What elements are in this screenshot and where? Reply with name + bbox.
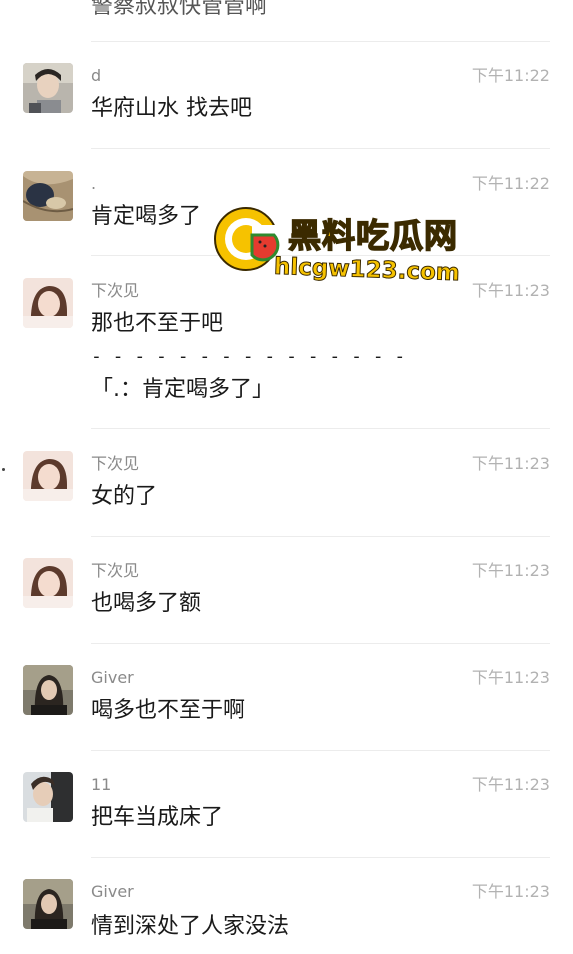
message-text: 也喝多了额 — [91, 591, 202, 616]
avatar[interactable] — [23, 63, 73, 113]
message-divider — [91, 148, 550, 149]
message-time: 下午11:23 — [471, 668, 550, 687]
avatar[interactable] — [23, 772, 73, 822]
message-divider — [91, 255, 550, 256]
sender-name: Giver — [91, 882, 134, 901]
avatar[interactable] — [23, 171, 73, 221]
message-text: 华府山水 找去吧 — [91, 96, 252, 121]
message-text: 喝多也不至于啊 — [91, 698, 246, 723]
avatar[interactable] — [23, 451, 73, 501]
message-divider — [91, 857, 550, 858]
avatar[interactable] — [23, 558, 73, 608]
avatar[interactable] — [23, 665, 73, 715]
message-time: 下午11:23 — [471, 281, 550, 300]
message-divider — [91, 536, 550, 537]
sender-name: d — [91, 66, 102, 85]
stray-dot — [2, 468, 5, 471]
message-time: 下午11:23 — [471, 775, 550, 794]
message-time: 下午11:23 — [471, 561, 550, 580]
message-text: 女的了 — [91, 484, 158, 509]
message-text: 那也不至于吧 — [91, 311, 224, 336]
chat-history: 警察叔叔快管管啊 d 下午11:22 华府山水 找去吧 . 下午11:22 肯定… — [0, 0, 573, 954]
message-time: 下午11:23 — [471, 454, 550, 473]
sender-name: . — [91, 174, 97, 193]
sender-name: 下次见 — [91, 561, 140, 580]
sender-name: Giver — [91, 668, 134, 687]
sender-name: 11 — [91, 775, 112, 794]
quote-separator: - - - - - - - - - - - - - - - — [91, 346, 406, 367]
message-divider — [91, 428, 550, 429]
message-text-partial: 警察叔叔快管管啊 — [91, 0, 268, 19]
sender-name: 下次见 — [91, 454, 140, 473]
quoted-message[interactable]: 「.：肯定喝多了」 — [91, 375, 274, 405]
message-time: 下午11:23 — [471, 882, 550, 901]
message-divider — [91, 643, 550, 644]
message-text: 把车当成床了 — [91, 805, 224, 830]
message-divider — [91, 41, 550, 42]
message-divider — [91, 750, 550, 751]
message-text: 情到深处了人家没法 — [91, 914, 290, 939]
avatar[interactable] — [23, 879, 73, 929]
sender-name: 下次见 — [91, 281, 140, 300]
message-time: 下午11:22 — [471, 66, 550, 85]
message-text: 肯定喝多了 — [91, 204, 202, 229]
avatar[interactable] — [23, 278, 73, 328]
message-time: 下午11:22 — [471, 174, 550, 193]
